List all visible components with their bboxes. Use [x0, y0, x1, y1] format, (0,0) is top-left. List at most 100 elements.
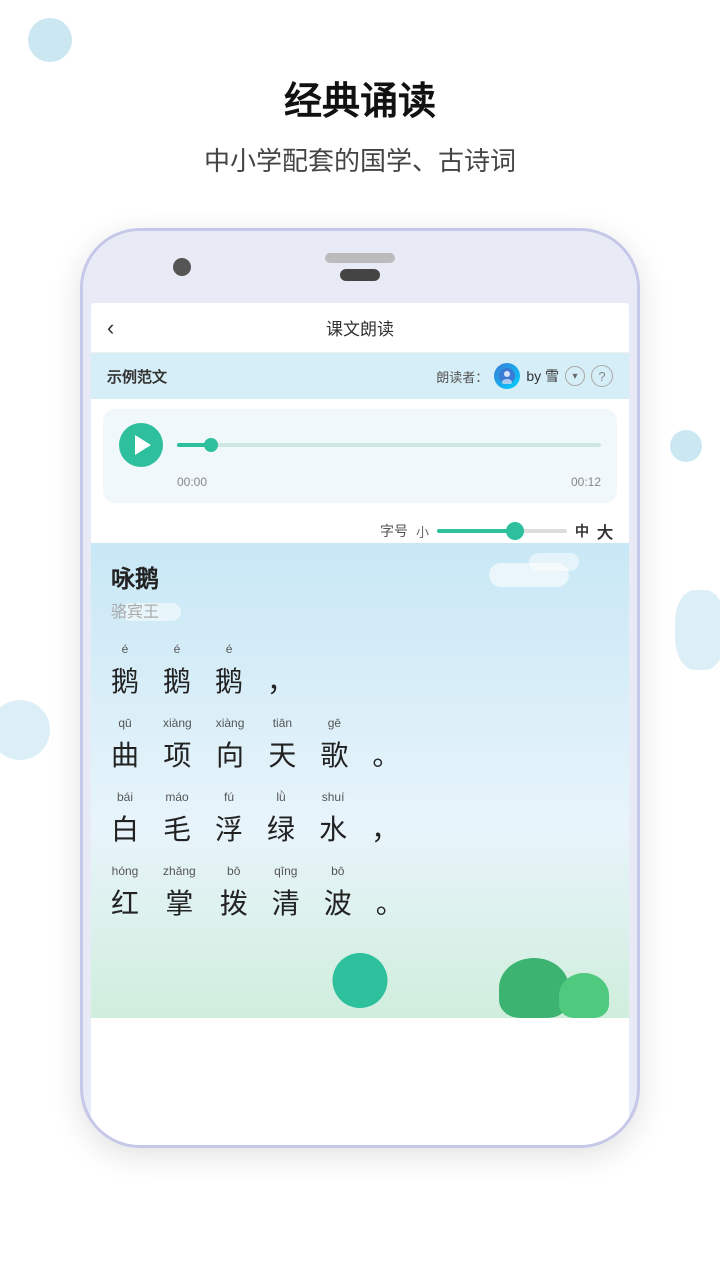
phone-speaker: [325, 253, 395, 263]
decoration-blob-br: [675, 590, 720, 670]
dropdown-icon[interactable]: ▾: [565, 366, 585, 386]
sub-title: 中小学配套的国学、古诗词: [0, 141, 720, 178]
char: 水: [319, 808, 347, 848]
back-button[interactable]: ‹: [107, 315, 114, 341]
char: 白: [111, 808, 139, 848]
font-size-control: 字号 小 中 大: [91, 513, 629, 543]
help-icon[interactable]: ?: [591, 365, 613, 387]
char-group: é 鹅: [215, 642, 243, 700]
decoration-blob-tr: [670, 430, 702, 462]
phone-sensor: [340, 269, 380, 281]
char-group: bō 拨: [220, 864, 248, 922]
progress-thumb: [204, 438, 218, 452]
header-section: 经典诵读 中小学配套的国学、古诗词: [0, 0, 720, 208]
app-navbar: ‹ 课文朗读: [91, 303, 629, 353]
char-group: 。: [372, 716, 400, 774]
player-controls: [119, 423, 601, 467]
pinyin: máo: [165, 790, 188, 806]
poem-line-4: hóng 红 zhǎng 掌 bō 拨 qīng: [111, 864, 609, 922]
pinyin: é: [174, 642, 181, 658]
char-group: tiān 天: [268, 716, 296, 774]
punct: 。: [372, 734, 400, 774]
pinyin: [383, 790, 386, 806]
char-group: shuí 水: [319, 790, 347, 848]
char: 曲: [111, 734, 139, 774]
reader-name: by 雪: [526, 366, 559, 386]
font-size-small: 小: [416, 522, 429, 541]
pinyin: lǜ: [276, 790, 285, 806]
pinyin: é: [122, 642, 129, 658]
phone-top-bar: [83, 231, 637, 303]
font-slider-fill: [437, 529, 515, 533]
poem-line-3: bái 白 máo 毛 fú 浮 lǜ 绿: [111, 790, 609, 848]
char-group: lǜ 绿: [267, 790, 295, 848]
char: 清: [272, 882, 300, 922]
tree-2: [559, 973, 609, 1018]
char-group: 。: [376, 864, 404, 922]
char-group: máo 毛: [163, 790, 191, 848]
font-size-slider[interactable]: [437, 529, 567, 533]
font-slider-thumb: [506, 522, 524, 540]
time-row: 00:00 00:12: [119, 475, 601, 489]
reader-bar: 示例范文 朗读者： by 雪 ▾ ?: [91, 353, 629, 399]
char: 绿: [267, 808, 295, 848]
char-group: zhǎng 掌: [163, 864, 196, 922]
char-group: ，: [371, 790, 399, 848]
frog-ball: [333, 953, 388, 1008]
pinyin: fú: [224, 790, 234, 806]
char: 红: [111, 882, 139, 922]
char: 拨: [220, 882, 248, 922]
char-group: é 鹅: [163, 642, 191, 700]
char: 歌: [320, 734, 348, 774]
pinyin: shuí: [322, 790, 345, 806]
poem-line-2: qū 曲 xiàng 项 xiàng 向 tiān: [111, 716, 609, 774]
char-group: qīng 清: [272, 864, 300, 922]
char-group: xiàng 向: [216, 716, 245, 774]
pinyin: bō: [331, 864, 344, 880]
play-icon: [135, 435, 151, 455]
char: 鹅: [111, 660, 139, 700]
phone-mockup: ‹ 课文朗读 示例范文 朗读者： by 雪 ▾ ?: [80, 228, 640, 1148]
char-group: gē 歌: [320, 716, 348, 774]
font-size-medium: 中: [575, 521, 589, 541]
pinyin: [388, 864, 391, 880]
reader-avatar: [494, 363, 520, 389]
pinyin: xiàng: [163, 716, 192, 732]
progress-track[interactable]: [177, 443, 601, 447]
pinyin: qū: [118, 716, 131, 732]
phone-camera: [173, 258, 191, 276]
char-group: bái 白: [111, 790, 139, 848]
poem-line-1: é 鹅 é 鹅 é 鹅 ，: [111, 642, 609, 700]
play-button[interactable]: [119, 423, 163, 467]
pinyin: gē: [328, 716, 341, 732]
phone-wrapper: ‹ 课文朗读 示例范文 朗读者： by 雪 ▾ ?: [0, 228, 720, 1148]
char-group: é 鹅: [111, 642, 139, 700]
pinyin: qīng: [274, 864, 297, 880]
reader-selector[interactable]: 朗读者： by 雪 ▾ ?: [436, 363, 613, 389]
poem-area: 咏鹅 骆宾王 é 鹅 é 鹅 é 鹅: [91, 543, 629, 1018]
char-group: fú 浮: [215, 790, 243, 848]
reader-prefix: 朗读者：: [436, 367, 488, 386]
font-size-label: 字号: [380, 521, 408, 541]
navbar-title: 课文朗读: [326, 315, 394, 340]
audio-player: 00:00 00:12: [103, 409, 617, 503]
char-group: bō 波: [324, 864, 352, 922]
pinyin: [279, 642, 282, 658]
char-group: ，: [267, 642, 295, 700]
pinyin: hóng: [112, 864, 139, 880]
pinyin: é: [226, 642, 233, 658]
pinyin: [385, 716, 388, 732]
char: 掌: [165, 882, 193, 922]
tree-1: [499, 958, 569, 1018]
char: 波: [324, 882, 352, 922]
char: 鹅: [215, 660, 243, 700]
pinyin: xiàng: [216, 716, 245, 732]
time-current: 00:00: [177, 475, 207, 489]
char: 天: [268, 734, 296, 774]
char: 毛: [163, 808, 191, 848]
poem-title: 咏鹅: [111, 559, 609, 594]
char-group: qū 曲: [111, 716, 139, 774]
pinyin: zhǎng: [163, 864, 196, 880]
char: 向: [216, 734, 244, 774]
pinyin: bō: [227, 864, 240, 880]
